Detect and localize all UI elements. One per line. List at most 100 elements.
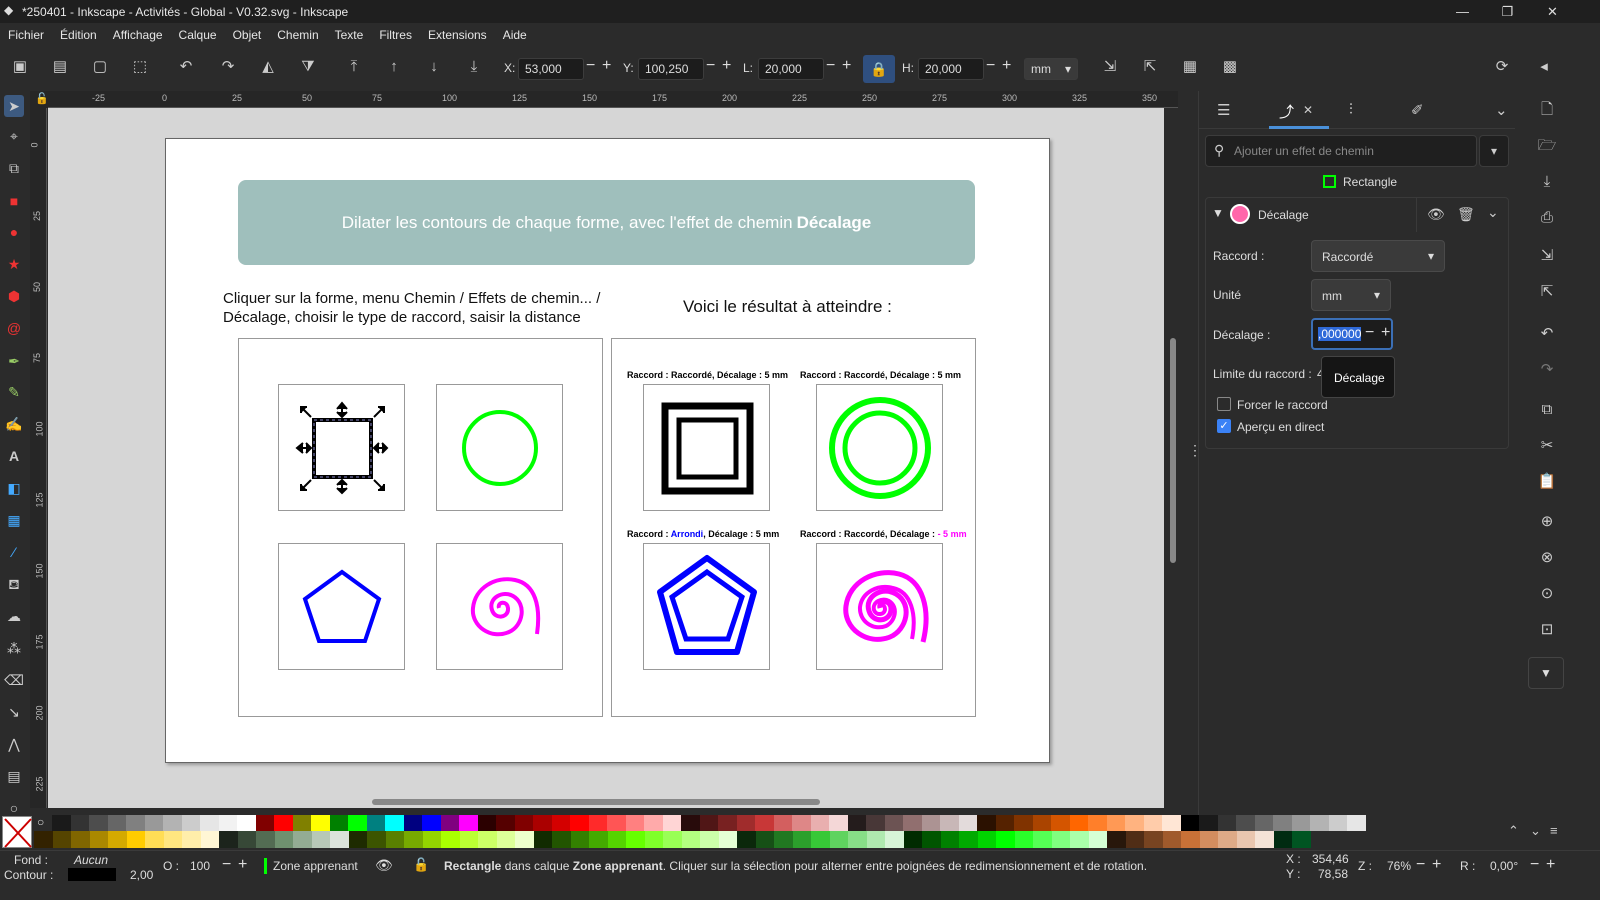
color-swatch[interactable] — [792, 815, 811, 831]
color-swatch[interactable] — [1162, 815, 1181, 831]
color-swatch[interactable] — [293, 831, 312, 848]
width-input[interactable]: 20,000 — [758, 58, 824, 80]
color-swatch[interactable] — [145, 831, 164, 848]
caption-square[interactable]: Raccord : Raccordé, Décalage : 5 mm — [627, 370, 788, 380]
guide-lock-icon[interactable]: 🔓 — [35, 92, 49, 105]
result-inner-circle[interactable] — [842, 410, 918, 486]
tab-layers-icon[interactable]: ☰ — [1217, 101, 1230, 119]
color-swatch[interactable] — [810, 815, 829, 831]
connector-tool-icon[interactable]: ↘ — [4, 701, 24, 723]
color-swatch[interactable] — [1088, 815, 1107, 831]
color-swatch[interactable] — [1162, 831, 1181, 848]
undo-icon[interactable]: ↶ — [1536, 323, 1558, 345]
select-all-layers-icon[interactable]: ▤ — [50, 57, 70, 77]
horizontal-scrollbar[interactable] — [372, 799, 820, 805]
color-swatch[interactable] — [903, 815, 922, 831]
star-tool-icon[interactable]: ★ — [4, 253, 24, 275]
color-swatch[interactable] — [662, 815, 681, 831]
color-swatch[interactable] — [52, 815, 71, 831]
maximize-button[interactable]: ❐ — [1485, 0, 1530, 23]
color-swatch[interactable] — [866, 831, 885, 848]
color-swatch[interactable] — [792, 831, 811, 848]
zoom-out-button[interactable]: − — [1416, 856, 1425, 874]
color-swatch[interactable] — [34, 831, 53, 848]
color-swatch[interactable] — [977, 831, 996, 848]
gradient-tool-icon[interactable]: ◧ — [4, 477, 24, 499]
color-swatch[interactable] — [1273, 831, 1292, 848]
color-swatch[interactable] — [311, 815, 330, 831]
color-swatch[interactable] — [977, 815, 996, 831]
color-swatch[interactable] — [52, 831, 71, 848]
opacity-input[interactable]: 100 — [190, 859, 210, 873]
menu-texte[interactable]: Texte — [335, 28, 364, 42]
lower-icon[interactable]: ↓ — [424, 57, 444, 77]
color-swatch[interactable] — [1291, 815, 1310, 831]
import-icon[interactable]: ⇲ — [1536, 245, 1558, 267]
color-swatch[interactable] — [1106, 815, 1125, 831]
redo-icon[interactable]: ↷ — [1536, 359, 1558, 381]
color-swatch[interactable] — [1144, 831, 1163, 848]
force-join-checkbox[interactable] — [1217, 397, 1231, 411]
square-cell[interactable] — [278, 384, 405, 511]
print-icon[interactable]: ⎙ — [1536, 207, 1558, 229]
color-swatch[interactable] — [996, 831, 1015, 848]
fill-value[interactable]: Aucun — [74, 853, 108, 867]
rotation-increment-button[interactable]: + — [1546, 856, 1555, 874]
rotation-decrement-button[interactable]: − — [1530, 856, 1539, 874]
effect-list-button[interactable]: ▾ — [1479, 135, 1509, 167]
vertical-scrollbar[interactable] — [1170, 338, 1176, 563]
color-swatch[interactable] — [1236, 831, 1255, 848]
height-increment-button[interactable]: + — [1002, 57, 1011, 75]
color-swatch[interactable] — [496, 831, 515, 848]
move-patterns-icon[interactable]: ▩ — [1220, 57, 1240, 77]
color-swatch[interactable] — [1273, 815, 1292, 831]
instruction-line-1[interactable]: Cliquer sur la forme, menu Chemin / Effe… — [223, 289, 600, 308]
3d-box-tool-icon[interactable]: ⬢ — [4, 285, 24, 307]
more-commands-button[interactable]: ▼ — [1528, 657, 1564, 689]
result-title[interactable]: Voici le résultat à atteindre : — [683, 297, 892, 316]
caption-pentagon[interactable]: Raccord : Arrondi, Décalage : 5 mm — [627, 529, 779, 539]
color-swatch[interactable] — [811, 831, 830, 848]
cut-icon[interactable]: ✂ — [1536, 435, 1558, 457]
resize-handles[interactable] — [295, 401, 389, 495]
color-swatch[interactable] — [626, 831, 645, 848]
color-swatch[interactable] — [366, 815, 385, 831]
color-swatch[interactable] — [570, 815, 589, 831]
color-swatch[interactable] — [514, 815, 533, 831]
deselect-icon[interactable]: ▢ — [90, 57, 110, 77]
color-swatch[interactable] — [496, 815, 515, 831]
color-swatch[interactable] — [755, 831, 774, 848]
color-swatch[interactable] — [607, 815, 626, 831]
copy-icon[interactable]: ⧉ — [1536, 399, 1558, 421]
rotation-input[interactable]: 0,00° — [1490, 859, 1518, 873]
color-swatch[interactable] — [108, 831, 127, 848]
color-swatch[interactable] — [256, 831, 275, 848]
y-increment-button[interactable]: + — [722, 57, 731, 75]
color-swatch[interactable] — [237, 831, 256, 848]
color-swatch[interactable] — [663, 831, 682, 848]
color-swatch[interactable] — [718, 831, 737, 848]
color-swatch[interactable] — [478, 831, 497, 848]
menu-affichage[interactable]: Affichage — [113, 28, 163, 42]
chevron-down-icon[interactable]: ⌄ — [1487, 204, 1499, 221]
color-swatch[interactable] — [144, 815, 163, 831]
color-swatch[interactable] — [1181, 831, 1200, 848]
color-swatch[interactable] — [1199, 831, 1218, 848]
close-button[interactable]: ✕ — [1530, 0, 1575, 23]
color-swatch[interactable] — [848, 831, 867, 848]
rotate-cw-icon[interactable]: ↷ — [218, 57, 238, 77]
color-swatch[interactable] — [885, 831, 904, 848]
circle-cell[interactable] — [436, 384, 563, 511]
height-input[interactable]: 20,000 — [918, 58, 984, 80]
unit-select[interactable]: mm ▾ — [1024, 58, 1078, 80]
color-swatch[interactable] — [921, 815, 940, 831]
zoom-page-icon[interactable]: ⊙ — [1536, 583, 1558, 605]
color-swatch[interactable] — [1180, 815, 1199, 831]
result-square-cell[interactable] — [643, 384, 770, 511]
color-swatch[interactable] — [403, 815, 422, 831]
color-swatch[interactable] — [385, 831, 404, 848]
zoom-width-icon[interactable]: ⊡ — [1536, 619, 1558, 641]
zoom-in-button[interactable]: + — [1432, 856, 1441, 874]
zoom-drawing-icon[interactable]: ⊗ — [1536, 547, 1558, 569]
color-swatch[interactable] — [884, 815, 903, 831]
